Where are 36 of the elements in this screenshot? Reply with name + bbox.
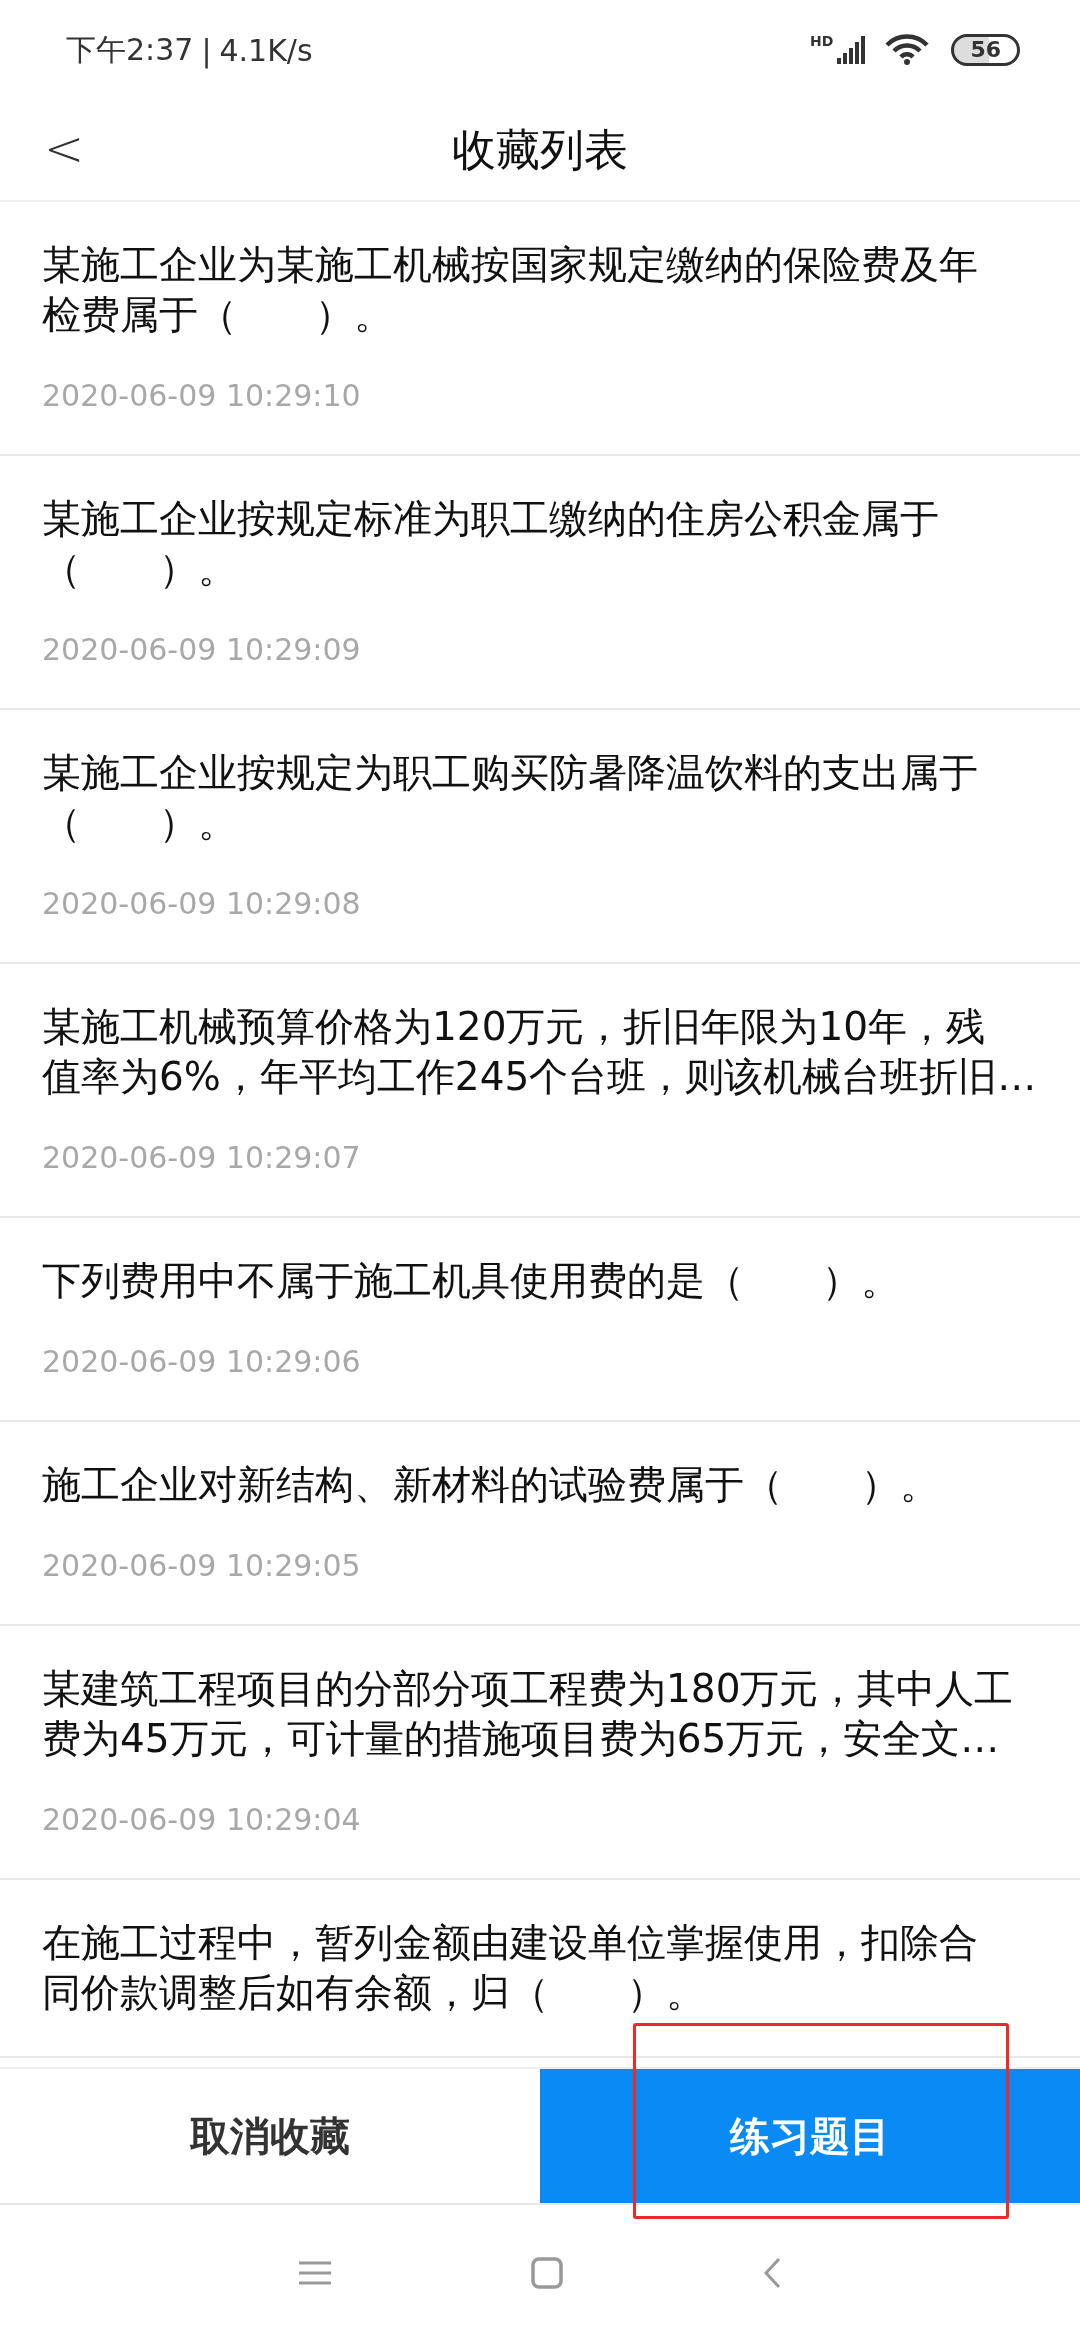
- signal-type-label: HD: [810, 33, 834, 49]
- favorite-item[interactable]: 某施工企业按规定为职工购买防暑降温饮料的支出属于 （ ）。 2020-06-09 10:29:08: [0, 710, 1080, 964]
- saved-time: 2020-06-09 10:29:05: [42, 1547, 362, 1585]
- favorite-item[interactable]: 某建筑工程项目的分部分项工程费为180万元，其中人工 费为45万元，可计量的措施项目费为65万元，安全文… 2020-06-09 10:29:04: [0, 1626, 1080, 1880]
- page-title: 收藏列表: [452, 122, 628, 177]
- saved-time: 2020-06-09 10:29:09: [42, 631, 362, 669]
- question-text: 某施工机械预算价格为120万元，折旧年限为10年，残 值率为6%，年平均工作245个台班，则该机械台班折旧…: [42, 1003, 1038, 1101]
- wifi-icon: [885, 34, 930, 66]
- menu-icon[interactable]: [299, 2260, 331, 2285]
- back-icon[interactable]: [763, 2256, 781, 2289]
- question-text: 某施工企业按规定为职工购买防暑降温饮料的支出属于 （ ）。: [42, 749, 979, 847]
- favorite-item[interactable]: 下列费用中不属于施工机具使用费的是（ ）。 2020-06-09 10:29:06: [0, 1218, 1080, 1422]
- saved-time: 2020-06-09 10:29:07: [42, 1139, 362, 1177]
- question-text: 某建筑工程项目的分部分项工程费为180万元，其中人工 费为45万元，可计量的措施项目费为65万元，安全文…: [42, 1665, 1015, 1763]
- saved-time: 2020-06-09 10:29:10: [42, 377, 362, 415]
- question-text: 施工企业对新结构、新材料的试验费属于（ ）。: [42, 1461, 940, 1509]
- status-time: 下午2:37: [66, 30, 194, 69]
- saved-time: 2020-06-09 10:29:04: [42, 1801, 362, 1839]
- favorite-item[interactable]: 某施工企业按规定标准为职工缴纳的住房公积金属于 （ ）。 2020-06-09 10:29:09: [0, 456, 1080, 710]
- battery-indicator: 56: [951, 34, 1020, 66]
- favorite-item[interactable]: 某施工机械预算价格为120万元，折旧年限为10年，残 值率为6%，年平均工作245个台班，则该机械台班折旧… 2020-06-09 10:29:07: [0, 964, 1080, 1218]
- network-speed: 4.1K/s: [219, 32, 313, 68]
- home-icon[interactable]: [531, 2256, 563, 2289]
- action-button[interactable]: 练习题目: [540, 2069, 1080, 2203]
- back-button[interactable]: <: [36, 120, 93, 176]
- favorite-item[interactable]: 在施工过程中，暂列金额由建设单位掌握使用，扣除合 同价款调整后如有余额，归（ ）。: [0, 1880, 1080, 2058]
- question-text: 某施工企业按规定标准为职工缴纳的住房公积金属于 （ ）。: [42, 495, 940, 593]
- question-text: 某施工企业为某施工机械按国家规定缴纳的保险费及年 检费属于（ ）。: [42, 241, 979, 339]
- status-separator: |: [201, 32, 212, 68]
- saved-time: 2020-06-09 10:29:08: [42, 885, 362, 923]
- signal-icon: [837, 36, 868, 64]
- favorite-item[interactable]: 某施工企业为某施工机械按国家规定缴纳的保险费及年 检费属于（ ）。 2020-06-09 10:29:10: [0, 202, 1080, 456]
- favorite-item[interactable]: 施工企业对新结构、新材料的试验费属于（ ）。 2020-06-09 10:29:05: [0, 1422, 1080, 1626]
- saved-time: 2020-06-09 10:29:06: [42, 1343, 362, 1381]
- question-text: 在施工过程中，暂列金额由建设单位掌握使用，扣除合 同价款调整后如有余额，归（ ）。: [42, 1919, 979, 2017]
- question-text: 下列费用中不属于施工机具使用费的是（ ）。: [42, 1257, 901, 1305]
